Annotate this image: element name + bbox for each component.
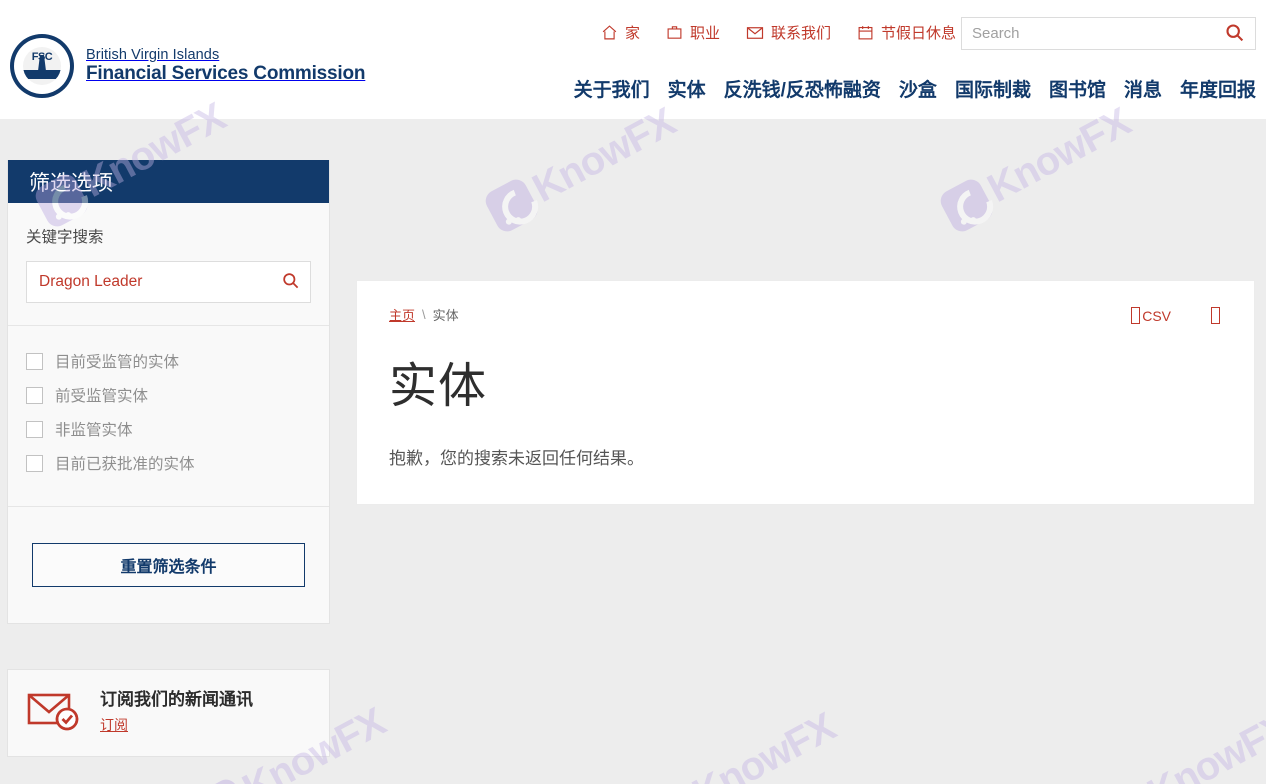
main-nav: 关于我们 实体 反洗钱/反恐怖融资 沙盒 国际制裁 图书馆 消息 年度回报 <box>574 75 1256 102</box>
utility-nav-label: 联系我们 <box>770 25 831 42</box>
calendar-icon <box>857 24 874 41</box>
site-logo[interactable]: FSC British Virgin Islands Financial Ser… <box>10 34 366 98</box>
seal-fsc-text: FSC <box>31 51 53 63</box>
filter-actions: 重置筛选条件 <box>8 507 329 623</box>
utility-nav-item-careers[interactable]: 职业 <box>666 22 720 43</box>
brand-line-1: British Virgin Islands <box>86 46 220 63</box>
checkbox-icon[interactable] <box>26 352 43 370</box>
utility-nav: 家 职业 联系我们 节假日休息 <box>601 22 956 43</box>
briefcase-icon <box>666 24 683 41</box>
export-csv-button[interactable]: CSV <box>1131 307 1171 324</box>
utility-nav-item-contact[interactable]: 联系我们 <box>746 22 831 43</box>
filter-option-unregulated[interactable]: 非监管实体 <box>26 412 311 446</box>
filter-panel: 筛选选项 关键字搜索 目前受监 <box>7 160 330 624</box>
site-header: FSC British Virgin Islands Financial Ser… <box>0 0 1266 119</box>
newsletter-subscribe-link[interactable]: 订阅 <box>100 716 128 735</box>
entity-status-filters: 目前受监管的实体 前受监管实体 非监管实体 目前已获批准的实体 <box>8 326 329 507</box>
nav-item-about[interactable]: 关于我们 <box>574 75 650 102</box>
breadcrumb-current: 实体 <box>432 308 459 323</box>
search-input[interactable] <box>962 18 1213 49</box>
nav-item-entities[interactable]: 实体 <box>668 75 706 102</box>
export-csv-label: CSV <box>1142 307 1171 324</box>
nav-item-annual-returns[interactable]: 年度回报 <box>1180 75 1256 102</box>
filter-option-label: 目前已获批准的实体 <box>55 456 195 473</box>
envelope-check-icon <box>26 690 82 737</box>
keyword-search-button[interactable] <box>270 262 310 302</box>
search-button[interactable] <box>1213 18 1255 49</box>
envelope-icon <box>746 24 764 42</box>
filter-option-formerly-regulated[interactable]: 前受监管实体 <box>26 378 311 412</box>
page-body: 筛选选项 关键字搜索 目前受监 <box>0 119 1266 784</box>
nav-item-international-sanctions[interactable]: 国际制裁 <box>955 75 1031 102</box>
page-title: 实体 <box>389 360 488 413</box>
nav-item-library[interactable]: 图书馆 <box>1049 75 1106 102</box>
newsletter-panel: 订阅我们的新闻通讯 订阅 <box>7 669 330 757</box>
checkbox-icon[interactable] <box>26 454 43 472</box>
utility-nav-item-holidays[interactable]: 节假日休息 <box>857 22 956 43</box>
search-icon <box>281 271 300 293</box>
keyword-search-box[interactable] <box>26 261 311 303</box>
nav-item-sandbox[interactable]: 沙盒 <box>899 75 937 102</box>
checkbox-icon[interactable] <box>26 420 43 438</box>
breadcrumb: 主页 \ 实体 <box>389 305 459 324</box>
main-content-panel: 主页 \ 实体 CSV 实体 抱歉，您的搜索未返回任何结果。 <box>356 280 1255 505</box>
keyword-search-input[interactable] <box>27 262 270 302</box>
filter-option-label: 前受监管实体 <box>55 388 149 405</box>
header-search[interactable] <box>961 17 1256 50</box>
utility-nav-label: 职业 <box>689 25 720 42</box>
filter-option-label: 目前受监管的实体 <box>55 354 180 371</box>
print-button[interactable] <box>1211 307 1222 324</box>
missing-glyph-box-icon <box>1131 307 1141 324</box>
content-tools: CSV <box>1131 307 1222 324</box>
filter-option-label: 非监管实体 <box>55 422 133 439</box>
filter-panel-title: 筛选选项 <box>8 160 329 203</box>
breadcrumb-separator: \ <box>422 307 426 322</box>
breadcrumb-home-link[interactable]: 主页 <box>389 305 415 324</box>
filter-option-currently-approved[interactable]: 目前已获批准的实体 <box>26 446 311 480</box>
newsletter-title: 订阅我们的新闻通讯 <box>100 690 253 710</box>
utility-nav-item-home[interactable]: 家 <box>601 22 640 43</box>
nav-item-aml-cft[interactable]: 反洗钱/反恐怖融资 <box>724 75 881 102</box>
no-results-message: 抱歉，您的搜索未返回任何结果。 <box>389 449 644 468</box>
fsc-seal-icon: FSC <box>10 34 74 98</box>
utility-nav-label: 节假日休息 <box>880 25 956 42</box>
keyword-filter-section: 关键字搜索 <box>8 203 329 326</box>
brand-line-2: Financial Services Commission <box>86 63 366 85</box>
home-icon <box>601 24 618 41</box>
missing-glyph-box-icon <box>1211 307 1220 324</box>
reset-filters-button[interactable]: 重置筛选条件 <box>32 543 305 587</box>
search-icon <box>1224 22 1245 46</box>
checkbox-icon[interactable] <box>26 386 43 404</box>
keyword-search-label: 关键字搜索 <box>26 229 104 246</box>
nav-item-news[interactable]: 消息 <box>1124 75 1162 102</box>
utility-nav-label: 家 <box>624 25 640 42</box>
filter-option-currently-regulated[interactable]: 目前受监管的实体 <box>26 344 311 378</box>
sidebar: 筛选选项 关键字搜索 目前受监 <box>7 160 330 757</box>
